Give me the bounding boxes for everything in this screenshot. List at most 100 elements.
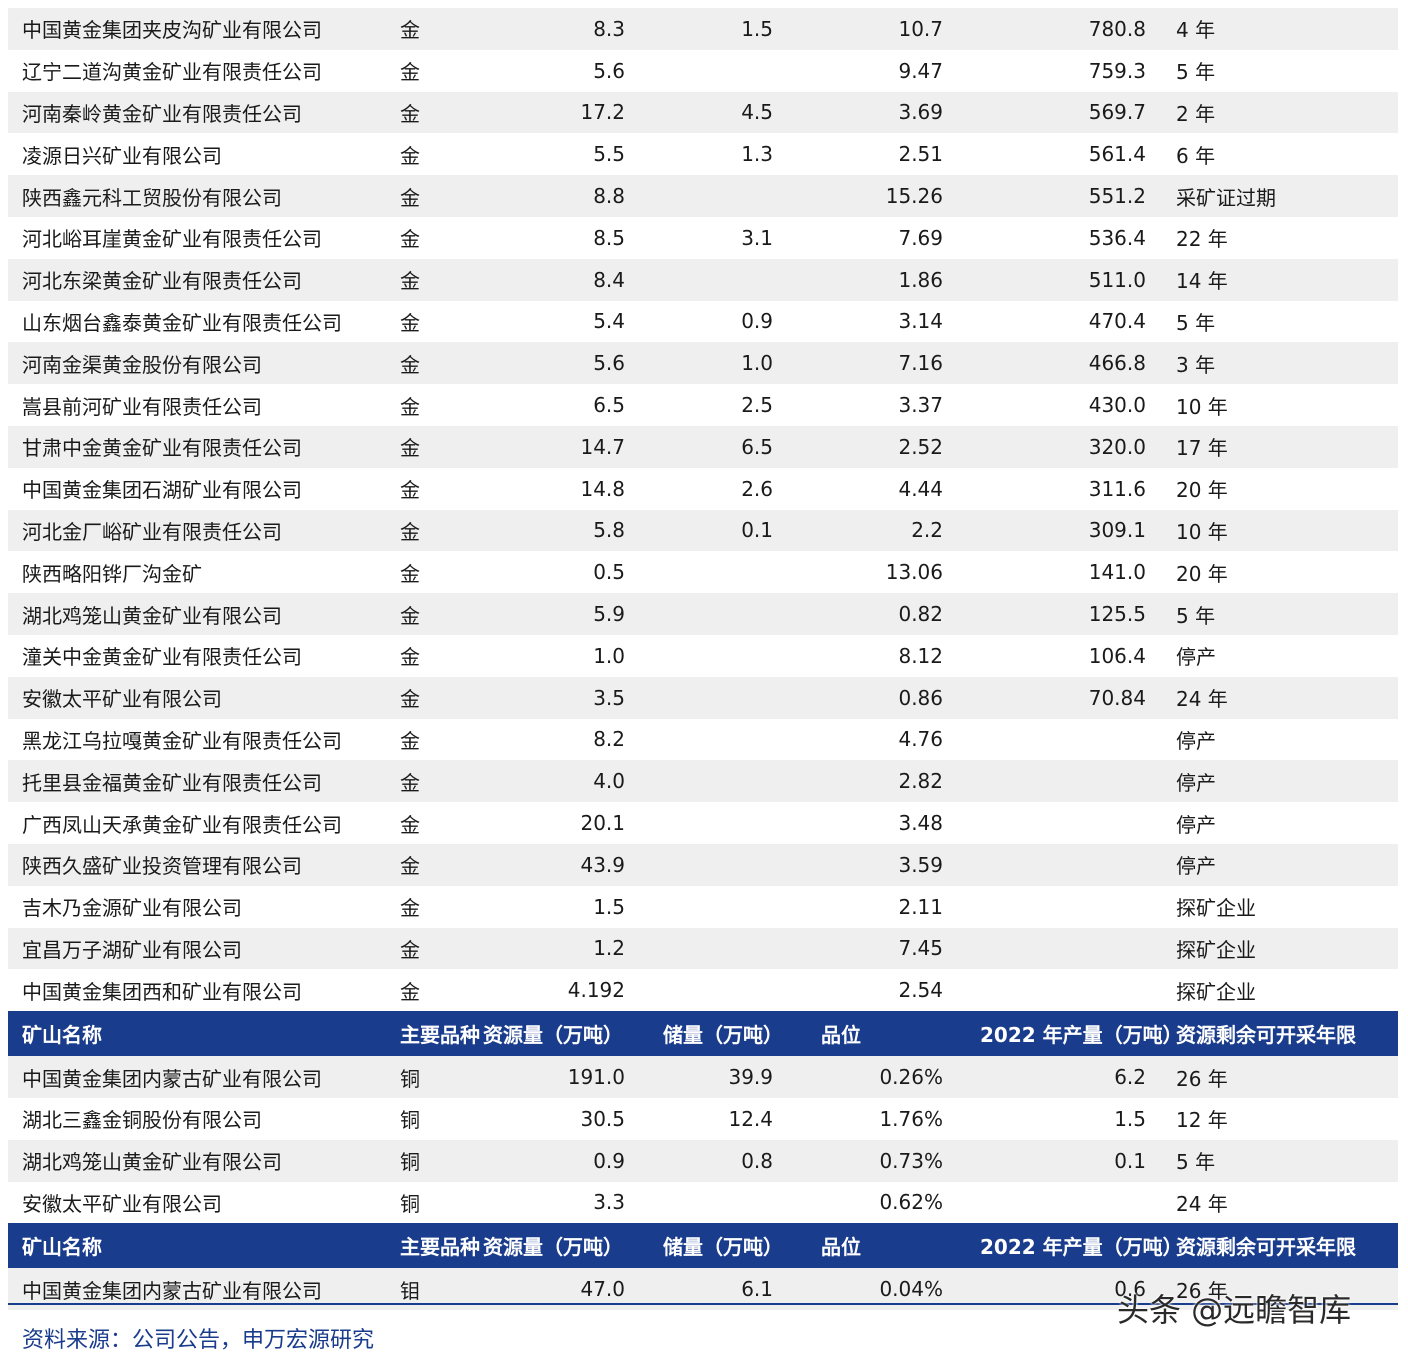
cell-name: 中国黄金集团石湖矿业有限公司 (8, 467, 388, 510)
cell-name: 安徽太平矿业有限公司 (8, 1181, 388, 1224)
cell-kind: 金 (388, 593, 483, 635)
cell-kind: 金 (388, 802, 483, 844)
cell-name: 辽宁二道沟黄金矿业有限责任公司 (8, 49, 388, 92)
cell-production (951, 969, 1173, 1012)
cell-kind: 金 (388, 49, 483, 92)
table-row: 嵩县前河矿业有限责任公司金 6.5 2.5 3.37 430.0 10 年 (8, 384, 1398, 426)
cell-grade: 15.26 (791, 175, 951, 217)
cell-production (951, 927, 1173, 970)
cell-kind: 金 (388, 342, 483, 385)
cell-production (951, 885, 1173, 928)
cell-reserve: 1.0 (643, 342, 791, 385)
cell-resource: 30.5 (483, 1097, 643, 1140)
source-note: 资料来源：公司公告，申万宏源研究 (22, 1328, 375, 1353)
cell-grade: 13.06 (791, 551, 951, 594)
cell-grade: 1.76% (791, 1097, 951, 1140)
cell-name: 湖北三鑫金铜股份有限公司 (8, 1097, 388, 1140)
cell-life: 10 年 (1173, 384, 1398, 426)
cell-resource: 8.8 (483, 175, 643, 217)
cell-resource: 8.5 (483, 216, 643, 259)
cell-resource: 5.6 (483, 49, 643, 92)
cell-reserve: 39.9 (643, 1056, 791, 1098)
header-name: 矿山名称 (8, 1223, 388, 1269)
cell-grade: 0.62% (791, 1181, 951, 1224)
header-life: 资源剩余可开采年限 (1173, 1223, 1398, 1269)
watermark-text: 头条 @远瞻智库 (1117, 1291, 1352, 1329)
cell-grade: 3.59 (791, 843, 951, 886)
table-row: 凌源日兴矿业有限公司金 5.5 1.3 2.51 561.4 6 年 (8, 133, 1398, 176)
cell-name: 河北东梁黄金矿业有限责任公司 (8, 258, 388, 301)
table-row: 黑龙江乌拉嘎黄金矿业有限责任公司金 8.2 4.76 停产 (8, 718, 1398, 761)
table-body: 中国黄金集团夹皮沟矿业有限公司金 8.3 1.5 10.7 780.8 4 年辽宁二道沟黄… (8, 8, 1398, 1311)
cell-name: 嵩县前河矿业有限责任公司 (8, 384, 388, 426)
cell-name: 潼关中金黄金矿业有限责任公司 (8, 634, 388, 677)
cell-production: 311.6 (951, 467, 1173, 510)
cell-resource: 5.9 (483, 593, 643, 635)
cell-life: 4 年 (1173, 8, 1398, 50)
cell-reserve (643, 927, 791, 970)
cell-life: 停产 (1173, 718, 1398, 761)
cell-name: 河北金厂峪矿业有限责任公司 (8, 509, 388, 552)
header-grade: 品位 (791, 1223, 951, 1269)
cell-resource: 5.6 (483, 342, 643, 385)
cell-kind: 金 (388, 384, 483, 426)
cell-reserve: 1.5 (643, 8, 791, 50)
cell-grade: 1.86 (791, 258, 951, 301)
cell-resource: 43.9 (483, 843, 643, 886)
cell-kind: 金 (388, 258, 483, 301)
table-row: 湖北鸡笼山黄金矿业有限公司铜 0.9 0.8 0.73% 0.1 5 年 (8, 1139, 1398, 1182)
table-row: 吉木乃金源矿业有限公司金 1.5 2.11 探矿企业 (8, 885, 1398, 928)
header-kind: 主要品种 (388, 1223, 483, 1269)
cell-name: 陕西鑫元科工贸股份有限公司 (8, 175, 388, 217)
cell-grade: 4.76 (791, 718, 951, 761)
cell-name: 安徽太平矿业有限公司 (8, 676, 388, 719)
cell-reserve: 12.4 (643, 1097, 791, 1140)
cell-resource: 3.3 (483, 1181, 643, 1224)
cell-production: 70.84 (951, 676, 1173, 719)
cell-reserve (643, 760, 791, 803)
cell-name: 河南金渠黄金股份有限公司 (8, 342, 388, 385)
cell-name: 宜昌万子湖矿业有限公司 (8, 927, 388, 970)
cell-life: 14 年 (1173, 258, 1398, 301)
cell-life: 停产 (1173, 760, 1398, 803)
cell-kind: 金 (388, 509, 483, 552)
cell-production: 780.8 (951, 8, 1173, 50)
cell-life: 停产 (1173, 634, 1398, 677)
cell-kind: 金 (388, 216, 483, 259)
table-row: 中国黄金集团石湖矿业有限公司金 14.8 2.6 4.44 311.6 20 年 (8, 467, 1398, 510)
cell-reserve (643, 885, 791, 928)
cell-production: 466.8 (951, 342, 1173, 385)
table-row: 河南秦岭黄金矿业有限责任公司金 17.2 4.5 3.69 569.7 2 年 (8, 91, 1398, 134)
cell-name: 甘肃中金黄金矿业有限责任公司 (8, 425, 388, 468)
cell-kind: 金 (388, 676, 483, 719)
cell-life: 12 年 (1173, 1097, 1398, 1140)
cell-kind: 金 (388, 760, 483, 803)
table-row: 宜昌万子湖矿业有限公司金 1.2 7.45 探矿企业 (8, 927, 1398, 970)
cell-life: 探矿企业 (1173, 969, 1398, 1012)
cell-life: 24 年 (1173, 676, 1398, 719)
table-row: 安徽太平矿业有限公司金 3.5 0.86 70.84 24 年 (8, 676, 1398, 719)
cell-grade: 0.82 (791, 593, 951, 635)
cell-life: 22 年 (1173, 216, 1398, 259)
cell-life: 17 年 (1173, 425, 1398, 468)
cell-grade: 4.44 (791, 467, 951, 510)
cell-resource: 5.8 (483, 509, 643, 552)
cell-production: 759.3 (951, 49, 1173, 92)
cell-reserve: 0.9 (643, 300, 791, 343)
cell-reserve: 0.1 (643, 509, 791, 552)
cell-grade: 3.14 (791, 300, 951, 343)
cell-kind: 金 (388, 885, 483, 928)
header-name: 矿山名称 (8, 1011, 388, 1057)
cell-kind: 金 (388, 843, 483, 886)
cell-production: 125.5 (951, 593, 1173, 635)
cell-grade: 0.26% (791, 1056, 951, 1098)
table-row: 陕西鑫元科工贸股份有限公司金 8.8 15.26 551.2 采矿证过期 (8, 175, 1398, 217)
cell-resource: 17.2 (483, 91, 643, 134)
table-row: 河北东梁黄金矿业有限责任公司金 8.4 1.86 511.0 14 年 (8, 258, 1398, 301)
cell-name: 中国黄金集团内蒙古矿业有限公司 (8, 1056, 388, 1098)
cell-resource: 3.5 (483, 676, 643, 719)
table-header-row-1: 矿山名称 主要品种 资源量（万吨） 储量（万吨） 品位 2022 年产量（万吨） 资源剩余可… (8, 1011, 1398, 1057)
table-row: 河北金厂峪矿业有限责任公司金 5.8 0.1 2.2 309.1 10 年 (8, 509, 1398, 552)
cell-kind: 金 (388, 634, 483, 677)
cell-production: 561.4 (951, 133, 1173, 176)
